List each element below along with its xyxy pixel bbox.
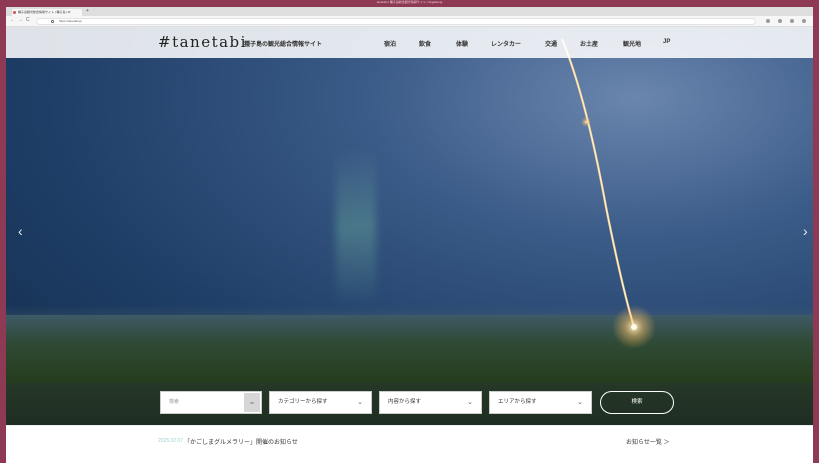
site-tagline: 種子島の観光総合情報サイト: [244, 42, 323, 48]
back-button[interactable]: ←: [10, 17, 15, 23]
or-toggle[interactable]: or: [244, 393, 260, 412]
site-header: #tanetabi 種子島の観光総合情報サイト 宿泊 飲食 体験 レンタカー 交…: [6, 27, 813, 58]
extension-icon[interactable]: [766, 19, 770, 23]
area-select-label: エリアから探す: [498, 399, 537, 405]
search-button[interactable]: 検索: [600, 391, 674, 414]
news-link[interactable]: 「かごしまグルメラリー」開催のお知らせ: [184, 437, 298, 446]
language-switch[interactable]: JP: [663, 39, 670, 45]
nav-item-experience[interactable]: 体験: [456, 39, 468, 48]
slider-next-button[interactable]: ›: [803, 223, 808, 239]
nav-item-souvenir[interactable]: お土産: [580, 39, 598, 48]
favicon-icon: [13, 11, 16, 14]
content-select-label: 内容から探す: [388, 399, 422, 405]
rocket-trail: [560, 38, 656, 349]
hero-image: [6, 27, 813, 425]
window-caption: tanetabi | 種子島総合観光情報サイト | Vogelsong: [376, 0, 443, 4]
nav-item-dining[interactable]: 飲食: [419, 39, 431, 48]
chevron-down-icon: ⌄: [577, 399, 583, 406]
site-logo[interactable]: #tanetabi: [158, 33, 247, 51]
extension-icon[interactable]: [778, 19, 782, 23]
url-field[interactable]: https://tanetabi.jp: [36, 18, 756, 25]
website: #tanetabi 種子島の観光総合情報サイト 宿泊 飲食 体験 レンタカー 交…: [6, 27, 813, 463]
new-tab-button[interactable]: +: [86, 8, 89, 14]
content-select[interactable]: 内容から探す ⌄: [379, 391, 482, 414]
tab-bar: 種子島観光総合情報サイト | 種子島 | #t +: [6, 7, 813, 16]
menu-icon[interactable]: [802, 19, 806, 23]
news-date: 2025.02.07: [158, 438, 184, 444]
reload-button[interactable]: C: [26, 17, 30, 23]
lock-icon: [51, 20, 54, 23]
category-select[interactable]: カテゴリーから探す ⌄: [269, 391, 372, 414]
category-select-label: カテゴリーから探す: [278, 399, 328, 405]
area-select[interactable]: エリアから探す ⌄: [489, 391, 592, 414]
slider-prev-button[interactable]: ‹: [18, 223, 23, 239]
chevron-down-icon: ⌄: [357, 399, 363, 406]
forward-button[interactable]: →: [18, 17, 23, 23]
tab-title: 種子島観光総合情報サイト | 種子島 | #t: [18, 10, 71, 14]
news-bar: 2025.02.07 「かごしまグルメラリー」開催のお知らせ お知らせ一覧 ＞: [6, 425, 813, 463]
profile-icon[interactable]: [790, 19, 794, 23]
browser-window: 種子島観光総合情報サイト | 種子島 | #t + ← → C https://…: [6, 7, 813, 463]
search-panel: 検索 or カテゴリーから探す ⌄ 内容から探す ⌄ エリアから探す ⌄ 検索: [6, 383, 813, 425]
browser-tab[interactable]: 種子島観光総合情報サイト | 種子島 | #t: [12, 9, 82, 16]
news-list-link[interactable]: お知らせ一覧 ＞: [626, 437, 670, 446]
nav-item-lodging[interactable]: 宿泊: [384, 39, 396, 48]
address-bar: ← → C https://tanetabi.jp: [6, 16, 813, 27]
nav-item-sights[interactable]: 観光地: [623, 39, 641, 48]
nav-item-rentacar[interactable]: レンタカー: [491, 39, 521, 48]
nav-item-transport[interactable]: 交通: [545, 39, 557, 48]
chevron-down-icon: ⌄: [467, 399, 473, 406]
window-top-strip: tanetabi | 種子島総合観光情報サイト | Vogelsong: [0, 0, 819, 7]
url-text: https://tanetabi.jp: [59, 19, 82, 23]
